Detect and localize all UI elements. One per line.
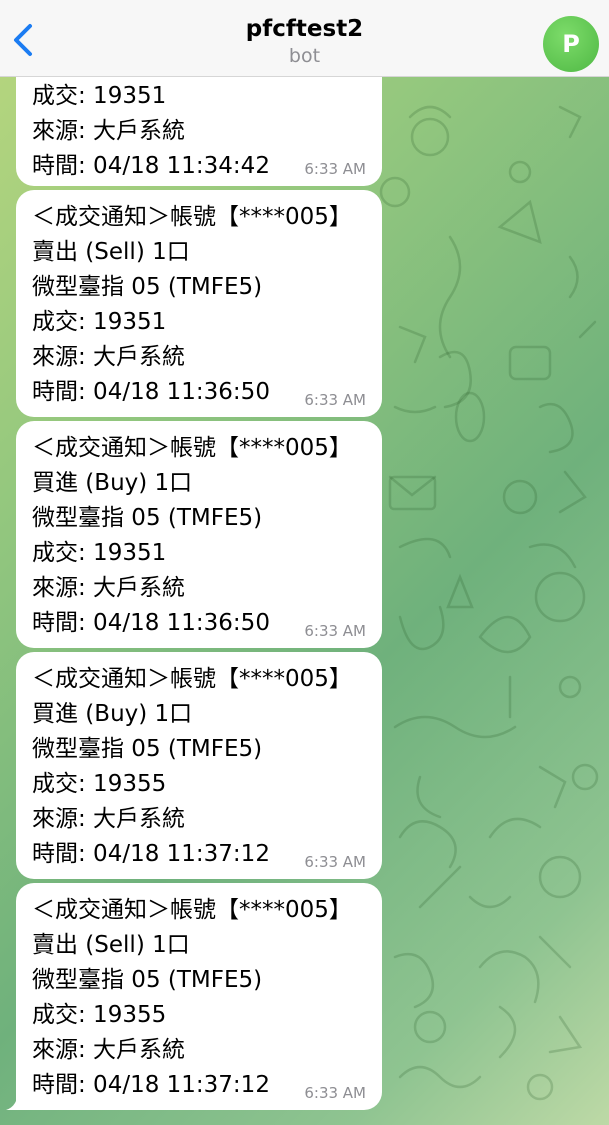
message-line-product: 微型臺指 05 (TMFE5) <box>32 736 263 762</box>
chat-title-area[interactable]: pfcftest2 bot <box>0 14 609 68</box>
message-line-deal: 成交: 19351 <box>32 309 167 335</box>
message-bubble[interactable]: ＜成交通知＞帳號【****005】 賣出 (Sell) 1口 微型臺指 05 (… <box>16 883 382 1110</box>
message-line-header: ＜成交通知＞帳號【****005】 <box>32 204 352 230</box>
message-line-source: 來源: 大戶系統 <box>32 575 186 601</box>
message-line-deal: 成交: 19351 <box>32 540 167 566</box>
message-timestamp: 6:33 AM <box>304 160 366 178</box>
message-line-deal: 成交: 19355 <box>32 771 167 797</box>
message-bubble[interactable]: ＜成交通知＞帳號【****005】 買進 (Buy) 1口 微型臺指 05 (T… <box>16 421 382 648</box>
message-line-side: 賣出 (Sell) 1口 <box>32 932 190 958</box>
chat-header: pfcftest2 bot P <box>0 0 609 77</box>
message-line-source: 來源: 大戶系統 <box>32 1037 186 1063</box>
message-line-deal: 成交: 19355 <box>32 1002 167 1028</box>
message-line-header: ＜成交通知＞帳號【****005】 <box>32 897 352 923</box>
message-line-product: 微型臺指 05 (TMFE5) <box>32 967 263 993</box>
message-timestamp: 6:33 AM <box>304 853 366 871</box>
message-line-deal: 成交: 19351 <box>32 83 167 109</box>
message-line-source: 來源: 大戶系統 <box>32 806 186 832</box>
message-line-side: 買進 (Buy) 1口 <box>32 470 193 496</box>
message-line-side: 賣出 (Sell) 1口 <box>32 239 190 265</box>
message-line-product: 微型臺指 05 (TMFE5) <box>32 274 263 300</box>
message-line-source: 來源: 大戶系統 <box>32 344 186 370</box>
message-timestamp: 6:33 AM <box>304 622 366 640</box>
message-bubble[interactable]: ＜成交通知＞帳號【****005】 賣出 (Sell) 1口 微型臺指 05 (… <box>16 190 382 417</box>
message-line-product: 微型臺指 05 (TMFE5) <box>32 505 263 531</box>
chat-subtitle: bot <box>288 45 321 67</box>
bubble-tail <box>6 1090 26 1110</box>
message-timestamp: 6:33 AM <box>304 1084 366 1102</box>
message-list[interactable]: 成交: 19351 來源: 大戶系統 時間: 04/18 11:34:42 6:… <box>0 77 609 1125</box>
message-bubble[interactable]: ＜成交通知＞帳號【****005】 買進 (Buy) 1口 微型臺指 05 (T… <box>16 652 382 879</box>
avatar[interactable]: P <box>543 16 599 72</box>
message-bubble[interactable]: 成交: 19351 來源: 大戶系統 時間: 04/18 11:34:42 6:… <box>16 77 382 186</box>
message-timestamp: 6:33 AM <box>304 391 366 409</box>
message-line-source: 來源: 大戶系統 <box>32 118 186 144</box>
message-line-header: ＜成交通知＞帳號【****005】 <box>32 435 352 461</box>
chat-title: pfcftest2 <box>245 16 364 42</box>
message-line-header: ＜成交通知＞帳號【****005】 <box>32 666 352 692</box>
message-line-side: 買進 (Buy) 1口 <box>32 701 193 727</box>
